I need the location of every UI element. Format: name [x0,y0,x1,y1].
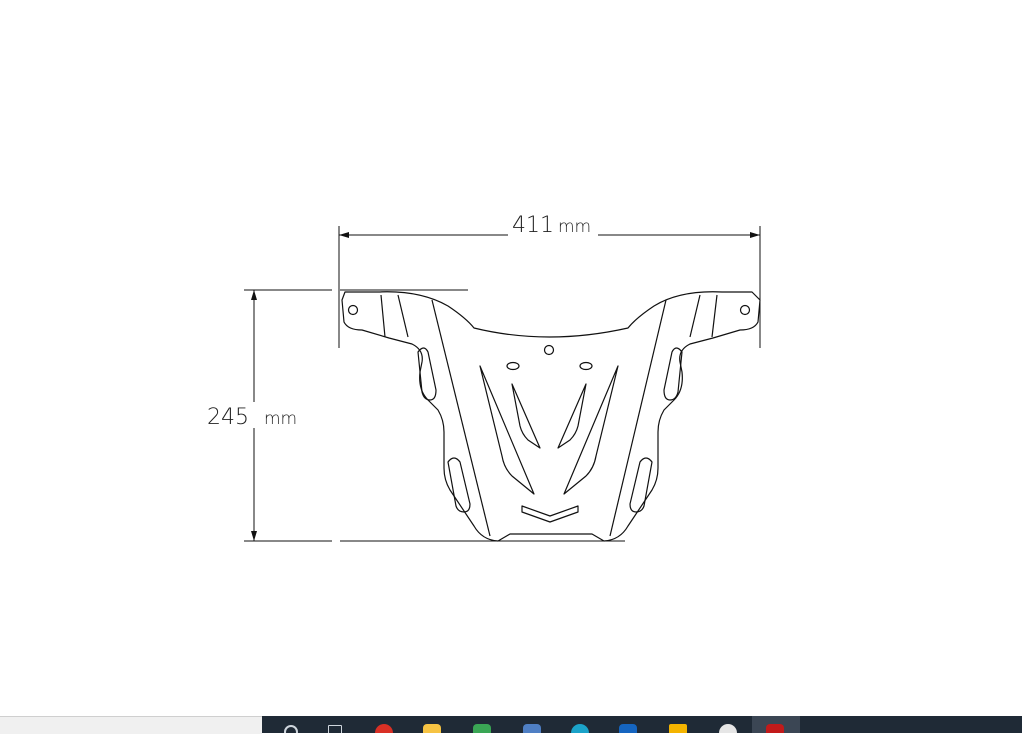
height-value: 245 [207,405,249,430]
chrome-icon[interactable] [368,716,398,733]
width-dimension: 411 mm [338,213,761,348]
technical-drawing: 411 mm 245 mm [200,213,761,542]
width-value: 411 [512,213,554,238]
height-unit: mm [264,409,297,429]
height-dimension: 245 mm [200,289,625,542]
record-icon[interactable] [712,716,742,733]
folder-icon[interactable] [662,716,692,733]
part-outline [341,291,761,542]
taskbar [262,716,1022,733]
status-strip [0,716,262,734]
pdf-reader-icon[interactable] [752,716,800,733]
outlook-icon[interactable] [612,716,642,733]
spreadsheet-icon[interactable] [466,716,496,733]
edge-icon[interactable] [564,716,594,733]
search-icon[interactable] [272,716,302,733]
document-icon[interactable] [516,716,546,733]
file-explorer-icon[interactable] [416,716,446,733]
width-unit: mm [558,217,591,237]
task-view-icon[interactable] [320,716,350,733]
